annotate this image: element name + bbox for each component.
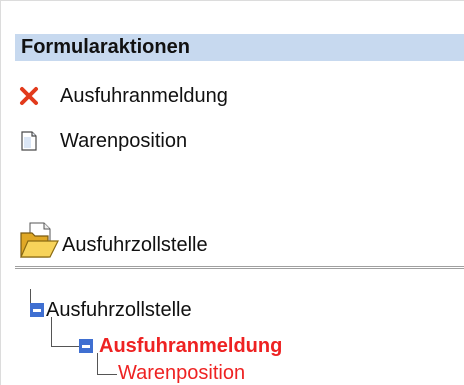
document-icon (18, 130, 40, 152)
tree-connector (51, 346, 79, 347)
tree-node-ausfuhrzollstelle[interactable]: Ausfuhrzollstelle (30, 296, 192, 324)
tree-node-label: Ausfuhrzollstelle (46, 298, 192, 321)
x-icon (18, 85, 40, 107)
tree-connector (97, 374, 117, 375)
tree-node-label: Warenposition (118, 361, 246, 384)
action-label: Warenposition (60, 129, 188, 152)
tree-node-label: Ausfuhranmeldung (99, 334, 283, 357)
section-header: Formularaktionen (15, 34, 464, 61)
action-label: Ausfuhranmeldung (60, 84, 228, 107)
collapse-toggle-icon[interactable] (30, 303, 44, 317)
divider (15, 266, 464, 269)
action-warenposition[interactable]: Warenposition (18, 127, 187, 155)
tree-connector (97, 353, 98, 374)
folder-label: Ausfuhrzollstelle (62, 234, 208, 256)
tree-node-ausfuhranmeldung[interactable]: Ausfuhranmeldung (79, 332, 282, 360)
tree-connector (51, 317, 52, 346)
collapse-toggle-icon[interactable] (79, 339, 93, 353)
open-folder-icon (18, 221, 60, 261)
action-ausfuhranmeldung[interactable]: Ausfuhranmeldung (18, 82, 228, 110)
folder-ausfuhrzollstelle[interactable]: Ausfuhrzollstelle (18, 211, 208, 261)
tree-node-warenposition[interactable]: Warenposition (118, 361, 245, 385)
